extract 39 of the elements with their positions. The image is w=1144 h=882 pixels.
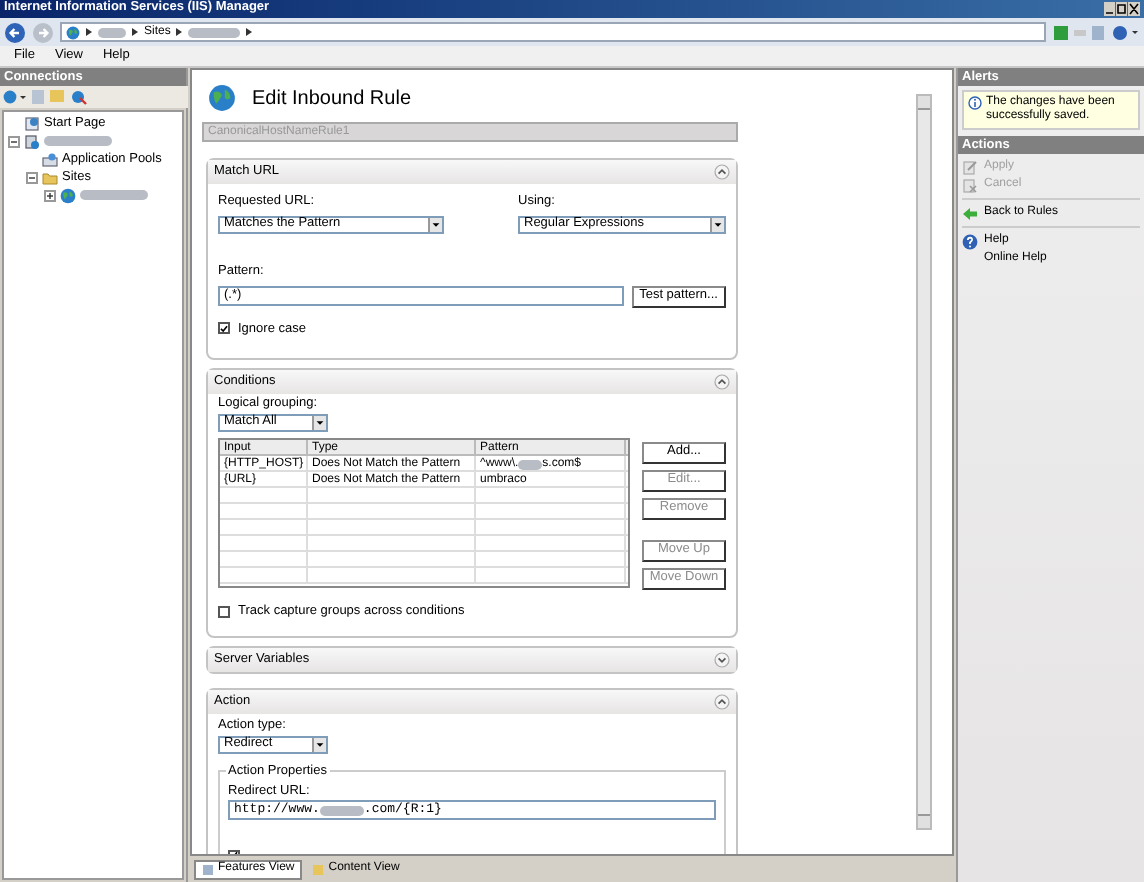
collapse-icon[interactable] (714, 164, 730, 180)
breadcrumb-separator-icon (86, 28, 92, 36)
back-arrow-icon (962, 205, 978, 221)
breadcrumb-separator-icon (246, 28, 253, 36)
connections-toolbar-drawing[interactable] (0, 86, 188, 108)
dropdown-arrow-icon (428, 217, 442, 232)
page-title: Edit Inbound Rule (252, 85, 412, 113)
expand-icon[interactable] (714, 651, 730, 668)
info-icon (968, 96, 982, 110)
breadcrumb-separator-icon (176, 28, 183, 36)
expand-toggle-icon[interactable] (44, 189, 56, 201)
redacted-blur (518, 459, 543, 469)
dropdown-arrow-icon (312, 416, 326, 430)
content-view-icon (312, 863, 325, 875)
checkbox[interactable] (218, 605, 230, 618)
globe-icon (60, 187, 76, 203)
globe-icon (66, 25, 80, 39)
pool-icon (42, 151, 58, 167)
collapse-toggle-icon[interactable] (8, 135, 20, 147)
scrollbar[interactable] (916, 94, 932, 830)
redacted-blur (319, 805, 364, 816)
collapse-toggle-icon[interactable] (26, 171, 38, 183)
apply-icon (962, 159, 978, 175)
features-view-icon (202, 863, 214, 875)
toolbar-icons-drawing[interactable] (1052, 23, 1140, 41)
breadcrumb-separator-icon (132, 28, 138, 36)
dropdown-arrow-icon (312, 737, 326, 751)
collapse-icon[interactable] (714, 693, 730, 710)
dropdown-arrow-icon (710, 217, 724, 232)
folder-icon (42, 169, 58, 185)
cancel-icon (962, 177, 978, 193)
collapse-icon[interactable] (714, 374, 730, 391)
help-icon (962, 233, 978, 249)
back-button-icon[interactable] (4, 21, 26, 43)
server-icon (24, 133, 40, 149)
checkbox[interactable] (218, 322, 230, 335)
window-controls-icon[interactable] (1104, 2, 1140, 16)
start-page-icon (24, 115, 40, 131)
globe-icon (208, 84, 236, 112)
